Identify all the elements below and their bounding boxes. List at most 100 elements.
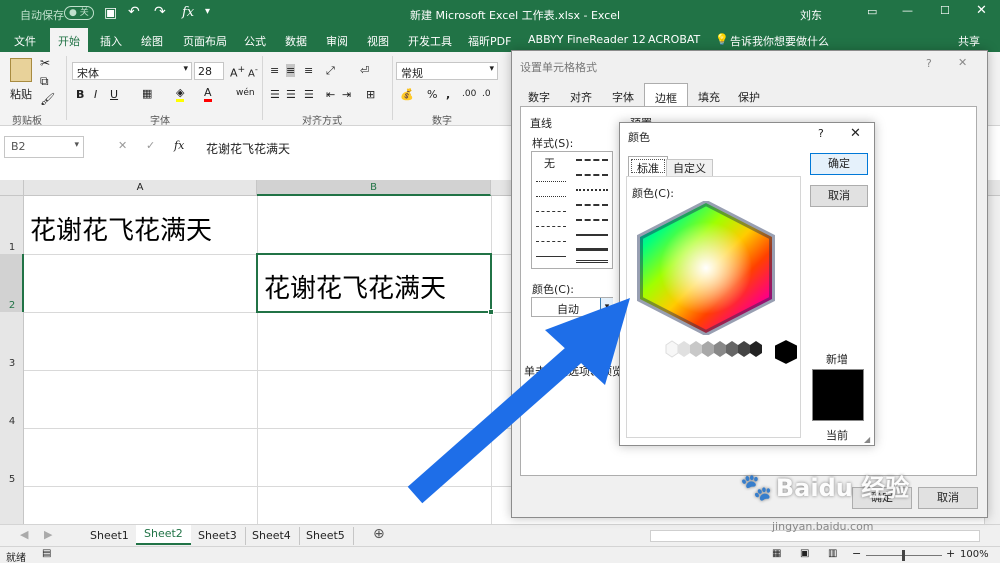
color-cancel-button[interactable]: 取消 [810,185,868,207]
tab-file[interactable]: 文件 [14,33,36,49]
tab-number[interactable]: 数字 [528,89,550,105]
tab-data[interactable]: 数据 [285,33,307,49]
tab-acrobat[interactable]: ACROBAT [648,33,700,46]
tab-developer[interactable]: 开发工具 [408,33,452,49]
line-style-option[interactable] [576,204,608,206]
tab-insert[interactable]: 插入 [100,33,122,49]
line-style-option[interactable] [576,189,608,191]
align-right-icon[interactable]: ☰ [304,88,314,101]
add-sheet-icon[interactable]: ⊕ [373,526,385,542]
tab-alignment[interactable]: 对齐 [570,89,592,105]
zoom-slider-thumb[interactable] [902,550,905,561]
fill-color-icon[interactable]: ◈ [176,86,185,102]
resize-grip-icon[interactable]: ◢ [864,435,870,444]
formula-content[interactable]: 花谢花飞花满天 [206,140,290,157]
customize-toolbar-icon[interactable]: ▾ [205,6,210,17]
maximize-icon[interactable]: ☐ [940,4,950,17]
undo-icon[interactable]: ↶ [128,4,140,20]
sheet-tab-1[interactable]: Sheet1 [82,527,138,545]
tab-abbyy[interactable]: ABBYY FineReader 12 [528,33,646,46]
sheet-tab-4[interactable]: Sheet4 [244,527,300,545]
help-icon[interactable]: ? [818,127,824,140]
line-style-list[interactable]: 无 [531,151,613,269]
save-icon[interactable]: ▣ [104,5,117,21]
bold-icon[interactable]: B [76,88,84,101]
tab-view[interactable]: 视图 [367,33,389,49]
zoom-level[interactable]: 100% [960,549,989,560]
cell-a1[interactable]: 花谢花飞花满天 [30,210,212,247]
macro-record-icon[interactable]: ▤ [42,548,51,559]
sheet-tab-2[interactable]: Sheet2 [136,525,191,545]
tab-home[interactable]: 开始 [50,28,88,52]
copy-icon[interactable]: ⧉ [40,74,49,89]
scroll-right-icon[interactable]: ▶ [44,528,52,541]
line-style-option[interactable] [536,181,566,182]
tab-draw[interactable]: 绘图 [141,33,163,49]
font-size-select[interactable]: 28 [194,62,224,80]
line-style-option[interactable] [576,159,608,161]
color-ok-button[interactable]: 确定 [810,153,868,175]
help-icon[interactable]: ? [926,57,932,70]
color-honeycomb[interactable] [632,201,780,335]
sheet-tab-3[interactable]: Sheet3 [190,527,246,545]
zoom-in-icon[interactable]: + [946,547,955,560]
tell-me-input[interactable]: 告诉我你想要做什么 [730,33,829,49]
paste-button[interactable]: 粘贴 [10,86,32,102]
border-icon[interactable]: ▦ [142,87,152,100]
underline-icon[interactable]: U [110,88,118,101]
gray-swatch[interactable] [678,341,690,357]
gray-swatch[interactable] [726,341,738,357]
row-header-1[interactable]: 1 [0,242,24,253]
row-header-4[interactable]: 4 [0,416,24,427]
autosave-toggle[interactable]: ● 关 [64,6,94,20]
share-button[interactable]: 共享 [958,33,980,49]
align-top-icon[interactable]: ≡ [270,64,279,77]
page-layout-view-icon[interactable]: ▣ [800,548,809,559]
sheet-tab-5[interactable]: Sheet5 [298,527,354,545]
increase-decimal-icon[interactable]: .00 [462,89,476,99]
gray-swatch[interactable] [714,341,726,357]
paste-icon[interactable] [10,58,32,82]
tab-review[interactable]: 审阅 [326,33,348,49]
line-style-option[interactable] [576,219,608,221]
tab-border[interactable]: 边框 [644,83,688,107]
cancel-entry-icon[interactable]: ✕ [118,139,127,152]
phonetic-icon[interactable]: wén [236,88,255,98]
minimize-icon[interactable]: — [902,4,913,17]
italic-icon[interactable]: I [94,88,97,101]
name-box[interactable]: B2 ▾ [4,136,84,158]
line-style-option[interactable] [536,196,566,197]
align-middle-icon[interactable]: ≡ [286,64,296,77]
decrease-indent-icon[interactable]: ⇤ [326,88,335,101]
font-name-select[interactable]: 宋体 ▾ [72,62,192,80]
grayscale-row[interactable] [660,337,800,367]
align-left-icon[interactable]: ☰ [270,88,280,101]
gray-swatch[interactable] [665,340,679,358]
gray-swatch[interactable] [750,341,762,357]
function-icon[interactable]: fx [182,5,194,20]
increase-indent-icon[interactable]: ⇥ [342,88,351,101]
tab-custom[interactable]: 自定义 [666,159,713,176]
row-header-3[interactable]: 3 [0,358,24,369]
column-header-b[interactable]: B [257,180,491,196]
line-style-none[interactable]: 无 [544,155,555,171]
select-all-corner[interactable] [0,180,24,196]
column-header-a[interactable]: A [24,180,257,196]
align-bottom-icon[interactable]: ≡ [304,64,313,77]
selected-black-swatch[interactable] [773,337,799,367]
line-style-option[interactable] [536,211,566,212]
format-painter-icon[interactable]: 🖌 [40,92,55,106]
currency-icon[interactable]: 💰 [400,88,414,101]
close-icon[interactable]: ✕ [976,3,987,18]
close-icon[interactable]: ✕ [850,126,861,141]
tab-font[interactable]: 字体 [612,89,634,105]
comma-icon[interactable]: , [446,88,450,101]
tab-fill[interactable]: 填充 [698,89,720,105]
zoom-out-icon[interactable]: − [852,547,861,560]
scroll-left-icon[interactable]: ◀ [20,528,28,541]
ribbon-display-icon[interactable]: ▭ [867,5,877,18]
user-name[interactable]: 刘东 [800,7,822,23]
tab-formulas[interactable]: 公式 [244,33,266,49]
percent-icon[interactable]: % [427,88,437,101]
close-icon[interactable]: ✕ [958,56,967,69]
